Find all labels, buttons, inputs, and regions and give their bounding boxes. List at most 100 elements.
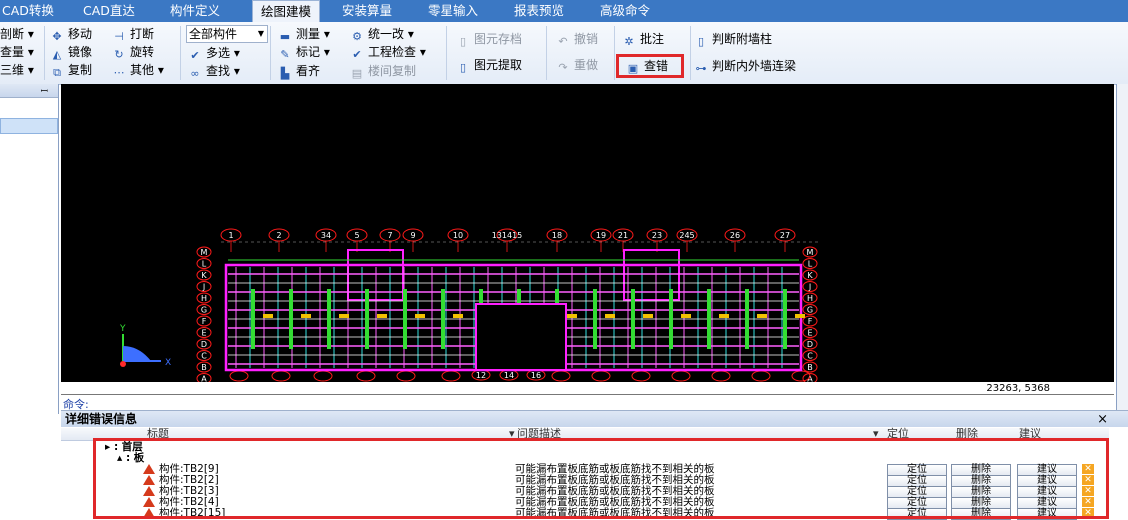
close-icon[interactable]: × [1097, 411, 1108, 428]
cut-button[interactable]: 剖断 ▾ [0, 25, 34, 43]
command-line[interactable]: 命令: [61, 394, 1114, 411]
annotate-button[interactable]: ✲ 批注 [622, 30, 664, 48]
column [643, 314, 653, 318]
error-panel-title: 详细错误信息 × [61, 410, 1128, 427]
other-button[interactable]: ⋯ 其他 ▾ [112, 61, 164, 79]
axis-bubble-bottom [631, 370, 651, 382]
column [567, 314, 577, 318]
column [301, 314, 311, 318]
axis-label-right: H [807, 294, 813, 303]
ucs-x-label: X [165, 358, 171, 368]
find-button[interactable]: ∞ 查找 ▾ [188, 62, 239, 80]
axis-label-right: C [807, 352, 813, 361]
axis-label-right: G [807, 306, 813, 315]
unify-button[interactable]: ⚙ 统一改 ▾ [350, 25, 414, 43]
beam-icon: ⊶ [695, 62, 707, 75]
undo-icon: ↶ [558, 35, 568, 48]
beam [783, 289, 787, 349]
checkmark-icon: ✔ [190, 49, 200, 62]
multi-select-button[interactable]: ✔ 多选 ▾ [188, 44, 239, 62]
ribbon-toolbar: 剖断 ▾ 查量 ▾ 三维 ▾ ✥ 移动 ⊣ 打断 ◭ 镜像 ↻ 旋转 ⧉ 复制 ⋯ 其他 ▾… [0, 22, 1128, 85]
beam [669, 289, 673, 349]
tab-1[interactable]: CAD直达 [83, 0, 135, 22]
component-filter-select[interactable]: 全部构件 ▼ [186, 25, 268, 43]
align-button[interactable]: ▙ 看齐 [278, 62, 320, 80]
beam [403, 289, 407, 349]
column [415, 314, 425, 318]
wall-column-icon: ▯ [697, 35, 705, 48]
beam [593, 289, 597, 349]
tab-3[interactable]: 绘图建模 [252, 0, 321, 23]
ribbon-separator [270, 26, 271, 80]
move-button[interactable]: ✥ 移动 [50, 25, 92, 43]
rotate-button[interactable]: ↻ 旋转 [112, 43, 154, 61]
ucs-y-label: Y [119, 324, 126, 334]
redo-icon: ↷ [558, 61, 568, 74]
floor-copy-button[interactable]: ▤ 楼间复制 [350, 62, 416, 80]
beam [631, 289, 635, 349]
mark-button[interactable]: ✎ 标记 ▾ [278, 43, 329, 61]
column [377, 314, 387, 318]
axis-label-top: 18 [552, 231, 562, 240]
break-icon: ⊣ [114, 30, 124, 43]
ribbon-separator [446, 26, 447, 80]
axis-label-bottom: 14 [504, 371, 514, 380]
tab-6[interactable]: 报表预览 [514, 0, 564, 22]
left-panel-header: ꟷ [0, 84, 58, 98]
move-icon: ✥ [52, 30, 62, 43]
tab-4[interactable]: 安装算量 [342, 0, 392, 22]
axis-label-top: 7 [387, 231, 392, 240]
undo-button[interactable]: ↶ 撤销 [556, 30, 598, 48]
measure-button[interactable]: ▬ 测量 ▾ [278, 25, 330, 43]
ribbon-separator [690, 26, 691, 80]
element-save-button[interactable]: ▯ 图元存档 [456, 30, 522, 48]
axis-bubble-bottom [711, 370, 731, 382]
judge-beam-button[interactable]: ⊶ 判断内外墙连梁 [694, 57, 797, 75]
3d-button[interactable]: 三维 ▾ [0, 61, 34, 79]
left-panel-selected-item[interactable] [0, 118, 58, 134]
cad-canvas[interactable]: 1 2 34 5 7 9 10 131415 18 19 21 23 245 26 27 MLKJHGFED… [61, 84, 1114, 384]
rotate-icon: ↻ [114, 48, 124, 61]
copy-button[interactable]: ⧉ 复制 [50, 61, 92, 79]
error-list-highlight [93, 438, 1109, 519]
axis-label-bottom: 12 [476, 371, 486, 380]
axis-label-right: D [807, 340, 813, 349]
axis-bubble-bottom [551, 370, 571, 382]
query-button[interactable]: 查量 ▾ [0, 43, 34, 61]
beam [707, 289, 711, 349]
element-extract-button[interactable]: ▯ 图元提取 [456, 56, 522, 74]
axis-label-top: 34 [321, 231, 331, 240]
axis-bubble-bottom [751, 370, 771, 382]
error-panel-title-text: 详细错误信息 [65, 412, 138, 426]
judge-wall-column-button[interactable]: ▯ 判断附墙柱 [694, 30, 772, 48]
redo-button[interactable]: ↷ 重做 [556, 56, 598, 74]
pin-icon[interactable]: ꟷ [41, 84, 48, 97]
axis-label-top: 26 [730, 231, 740, 240]
tab-5[interactable]: 零星输入 [428, 0, 478, 22]
tab-0[interactable]: CAD转换 [2, 0, 54, 22]
axis-label-top: 2 [276, 231, 281, 240]
axis-label-left: M [201, 248, 208, 257]
axis-label-top: 131415 [492, 231, 523, 240]
ribbon-separator [614, 26, 615, 80]
axis-label-left: C [201, 352, 207, 361]
mirror-button[interactable]: ◭ 镜像 [50, 43, 92, 61]
axis-label-right: M [807, 248, 814, 257]
axis-label-left: L [202, 260, 207, 269]
axis-label-left: J [202, 283, 205, 292]
beam [745, 289, 749, 349]
copy-icon: ⧉ [53, 66, 61, 79]
ruler-icon: ▬ [279, 30, 291, 43]
left-panel: ꟷ [0, 84, 59, 414]
break-button[interactable]: ⊣ 打断 [112, 25, 154, 43]
project-check-button[interactable]: ✔ 工程检查 ▾ [350, 43, 425, 61]
axis-label-left: F [202, 317, 207, 326]
axis-label-bottom: 16 [531, 371, 541, 380]
axis-label-left: K [201, 271, 207, 280]
tab-7[interactable]: 高级命令 [600, 0, 650, 22]
other-icon: ⋯ [113, 66, 125, 79]
coordinate-readout: 23263, 5368 [986, 383, 1050, 394]
ucs-arc [123, 346, 151, 361]
tab-2[interactable]: 构件定义 [170, 0, 220, 22]
column [719, 314, 729, 318]
